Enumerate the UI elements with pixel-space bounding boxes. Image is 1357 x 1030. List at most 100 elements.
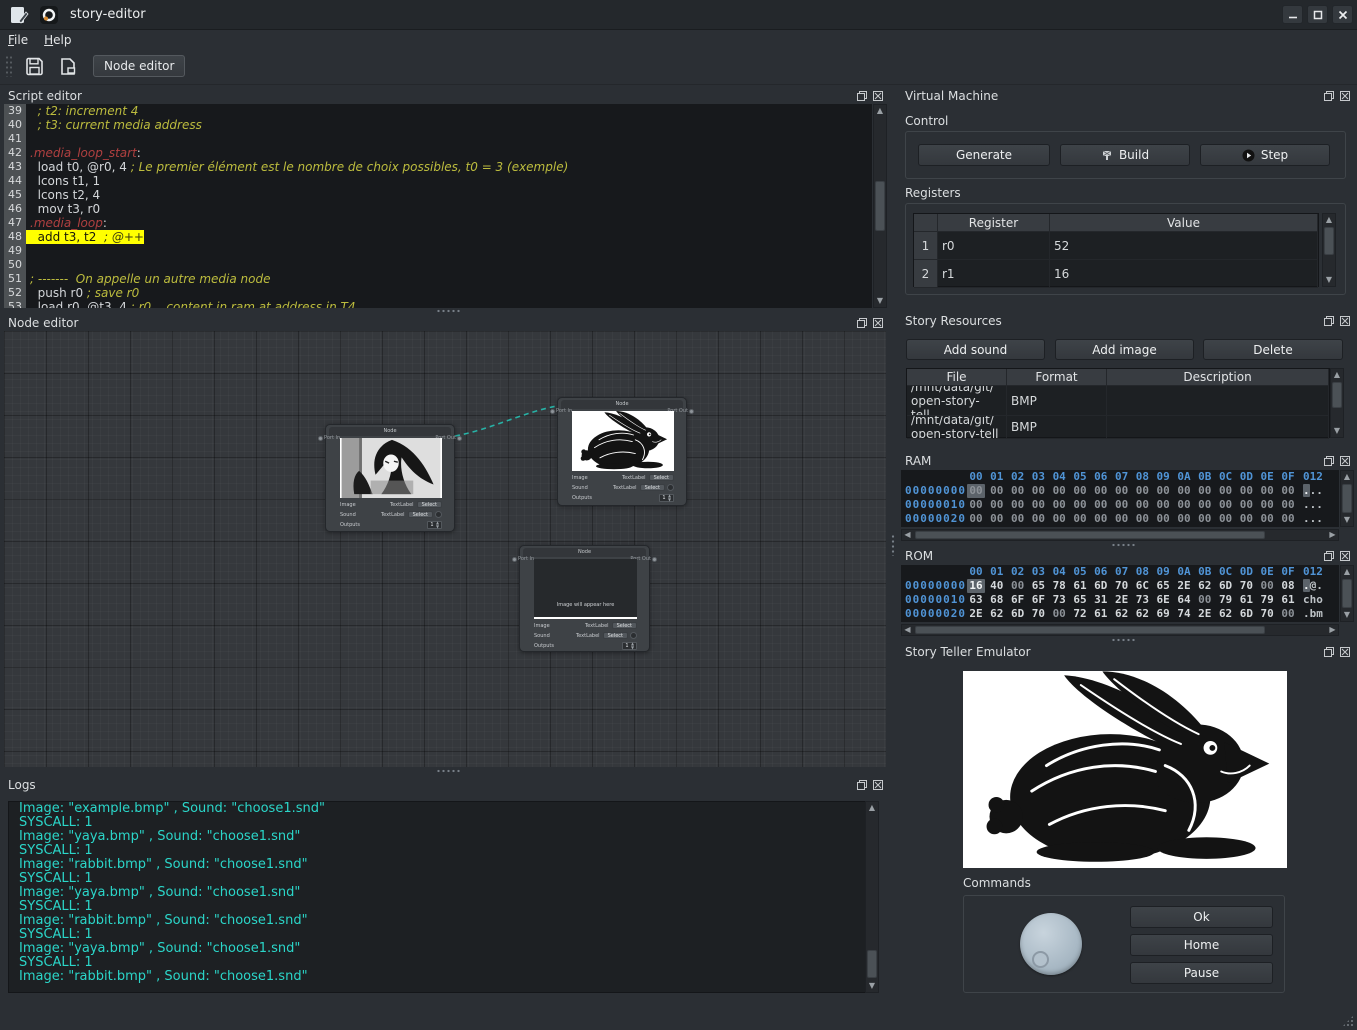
toolbar-drag-handle[interactable] xyxy=(5,55,13,77)
node-editor-canvas[interactable]: NodePort InPort OutImageTextLabelSelectS… xyxy=(4,331,886,767)
add-sound-button[interactable]: Add sound xyxy=(906,339,1045,360)
hex-byte[interactable]: 79 xyxy=(1258,593,1276,607)
node[interactable]: NodePort InPort OutImageTextLabelSelectS… xyxy=(557,397,687,506)
hex-row[interactable]: 0000000000000000000000000000000000000000… xyxy=(901,484,1339,498)
node-editor-toggle-button[interactable]: Node editor xyxy=(93,55,185,77)
close-panel-icon[interactable] xyxy=(872,779,884,791)
rotary-knob[interactable] xyxy=(1020,913,1082,975)
hex-byte[interactable]: 61 xyxy=(1279,593,1297,607)
rom-hscrollbar[interactable]: ◀ ▶ xyxy=(901,624,1339,636)
hex-byte[interactable]: 65 xyxy=(1154,579,1172,593)
hex-byte[interactable]: 00 xyxy=(1092,484,1110,498)
step-button[interactable]: Step xyxy=(1200,144,1330,166)
hex-byte[interactable]: 00 xyxy=(1279,512,1297,526)
sound-play-button[interactable] xyxy=(435,511,442,518)
port-dot[interactable] xyxy=(512,557,517,562)
hex-byte[interactable]: 6F xyxy=(1009,593,1027,607)
hex-byte[interactable]: 00 xyxy=(1154,498,1172,512)
script-line[interactable]: 47.media_loop: xyxy=(4,216,872,230)
hex-row[interactable]: 0000002000000000000000000000000000000000… xyxy=(901,512,1339,526)
hex-byte[interactable]: 00 xyxy=(1175,498,1193,512)
scroll-down-arrow-icon[interactable]: ▼ xyxy=(1341,514,1353,526)
delete-button[interactable]: Delete xyxy=(1203,339,1343,360)
hex-byte[interactable]: 00 xyxy=(1029,512,1047,526)
hex-byte[interactable]: 00 xyxy=(1009,512,1027,526)
hex-byte[interactable]: 79 xyxy=(1217,593,1235,607)
hex-byte[interactable]: 00 xyxy=(1258,512,1276,526)
hex-byte[interactable]: 00 xyxy=(1237,512,1255,526)
hex-byte[interactable]: 00 xyxy=(1154,512,1172,526)
registers-vscrollbar[interactable]: ▲ ▼ xyxy=(1322,213,1336,287)
node-port-in[interactable]: Port In xyxy=(550,408,572,414)
script-line[interactable]: 42.media_loop_start: xyxy=(4,146,872,160)
node[interactable]: NodePort InPort OutImageTextLabelSelectS… xyxy=(325,424,455,532)
sound-select-button[interactable]: Select xyxy=(603,632,628,639)
hex-byte[interactable]: 00 xyxy=(1196,498,1214,512)
hex-byte[interactable]: 00 xyxy=(1029,484,1047,498)
hex-row[interactable]: 000000001640006578616D706C652E626D700008… xyxy=(901,579,1339,593)
hex-byte[interactable]: 00 xyxy=(1175,512,1193,526)
float-panel-icon[interactable] xyxy=(1323,315,1335,327)
hex-byte[interactable]: 00 xyxy=(1092,498,1110,512)
node-port-in[interactable]: Port In xyxy=(318,435,340,441)
generate-button[interactable]: Generate xyxy=(918,144,1050,166)
hex-byte[interactable]: 00 xyxy=(1154,484,1172,498)
sound-select-button[interactable]: Select xyxy=(640,484,665,491)
hex-byte[interactable]: 00 xyxy=(1279,498,1297,512)
hex-byte[interactable]: 64 xyxy=(1175,593,1193,607)
spin-arrows[interactable]: ▲▼ xyxy=(668,494,673,502)
close-panel-icon[interactable] xyxy=(1339,90,1351,102)
hex-byte[interactable]: 00 xyxy=(967,484,985,498)
hex-byte[interactable]: 00 xyxy=(1050,512,1068,526)
hex-byte[interactable]: 00 xyxy=(1175,484,1193,498)
scroll-up-arrow-icon[interactable]: ▲ xyxy=(874,105,886,117)
hex-byte[interactable]: 00 xyxy=(1071,498,1089,512)
menu-file[interactable]: File xyxy=(0,32,36,48)
window-resize-grip[interactable] xyxy=(1342,1015,1354,1027)
script-line[interactable]: 52 push r0 ; save r0 xyxy=(4,286,872,300)
hex-byte[interactable]: 00 xyxy=(1113,512,1131,526)
register-row[interactable]: 2r116 xyxy=(914,260,1318,288)
logs-vscrollbar[interactable]: ▲ ▼ xyxy=(865,801,879,993)
hex-byte[interactable]: 31 xyxy=(1092,593,1110,607)
hex-byte[interactable]: 00 xyxy=(1050,498,1068,512)
splitter-handle[interactable] xyxy=(1111,638,1137,642)
hex-byte[interactable]: 6C xyxy=(1133,579,1151,593)
image-select-button[interactable]: Select xyxy=(612,622,637,629)
node-title[interactable]: Node xyxy=(329,427,451,436)
hex-byte[interactable]: 00 xyxy=(1009,484,1027,498)
script-line[interactable]: 43 load t0, @r0, 4 ; Le premier élément … xyxy=(4,160,872,174)
hex-byte[interactable]: 00 xyxy=(988,498,1006,512)
scroll-left-arrow-icon[interactable]: ◀ xyxy=(902,530,913,540)
hex-byte[interactable]: 16 xyxy=(967,579,985,593)
script-line[interactable]: 48 add t3, t2 ; @++ xyxy=(4,230,872,244)
hex-byte[interactable]: 74 xyxy=(1175,607,1193,621)
scroll-up-arrow-icon[interactable]: ▲ xyxy=(1331,369,1343,381)
hex-byte[interactable]: 2E xyxy=(1113,593,1131,607)
hex-byte[interactable]: 00 xyxy=(1113,498,1131,512)
scroll-left-arrow-icon[interactable]: ◀ xyxy=(902,625,913,635)
hex-byte[interactable]: 00 xyxy=(1258,579,1276,593)
hex-byte[interactable]: 00 xyxy=(1133,512,1151,526)
hex-byte[interactable]: 00 xyxy=(1217,484,1235,498)
hex-byte[interactable]: 70 xyxy=(1237,579,1255,593)
ok-button[interactable]: Ok xyxy=(1130,906,1273,928)
hex-byte[interactable]: 62 xyxy=(1113,607,1131,621)
hex-byte[interactable]: 2E xyxy=(1196,607,1214,621)
register-row[interactable]: 1r052 xyxy=(914,232,1318,260)
scroll-up-arrow-icon[interactable]: ▲ xyxy=(866,802,878,814)
scroll-up-arrow-icon[interactable]: ▲ xyxy=(1341,566,1353,578)
script-editor-vscrollbar[interactable]: ▲ ▼ xyxy=(873,104,887,308)
hex-byte[interactable]: 00 xyxy=(1279,484,1297,498)
ram-hscrollbar[interactable]: ◀ ▶ xyxy=(901,529,1339,541)
build-button[interactable]: Build xyxy=(1060,144,1190,166)
hex-byte[interactable]: 00 xyxy=(1050,484,1068,498)
export-binary-button[interactable] xyxy=(55,53,81,79)
ram-vscrollbar[interactable]: ▲ ▼ xyxy=(1340,470,1354,527)
hex-byte[interactable]: 2E xyxy=(1175,579,1193,593)
hex-byte[interactable]: 00 xyxy=(1237,484,1255,498)
script-line[interactable]: 53 load r0, @t3, 4 ; r0 content in ram a… xyxy=(4,300,872,308)
save-button[interactable] xyxy=(21,53,47,79)
hex-byte[interactable]: 00 xyxy=(1071,512,1089,526)
logs-output[interactable]: Image: "example.bmp" , Sound: "choose1.s… xyxy=(8,801,870,993)
